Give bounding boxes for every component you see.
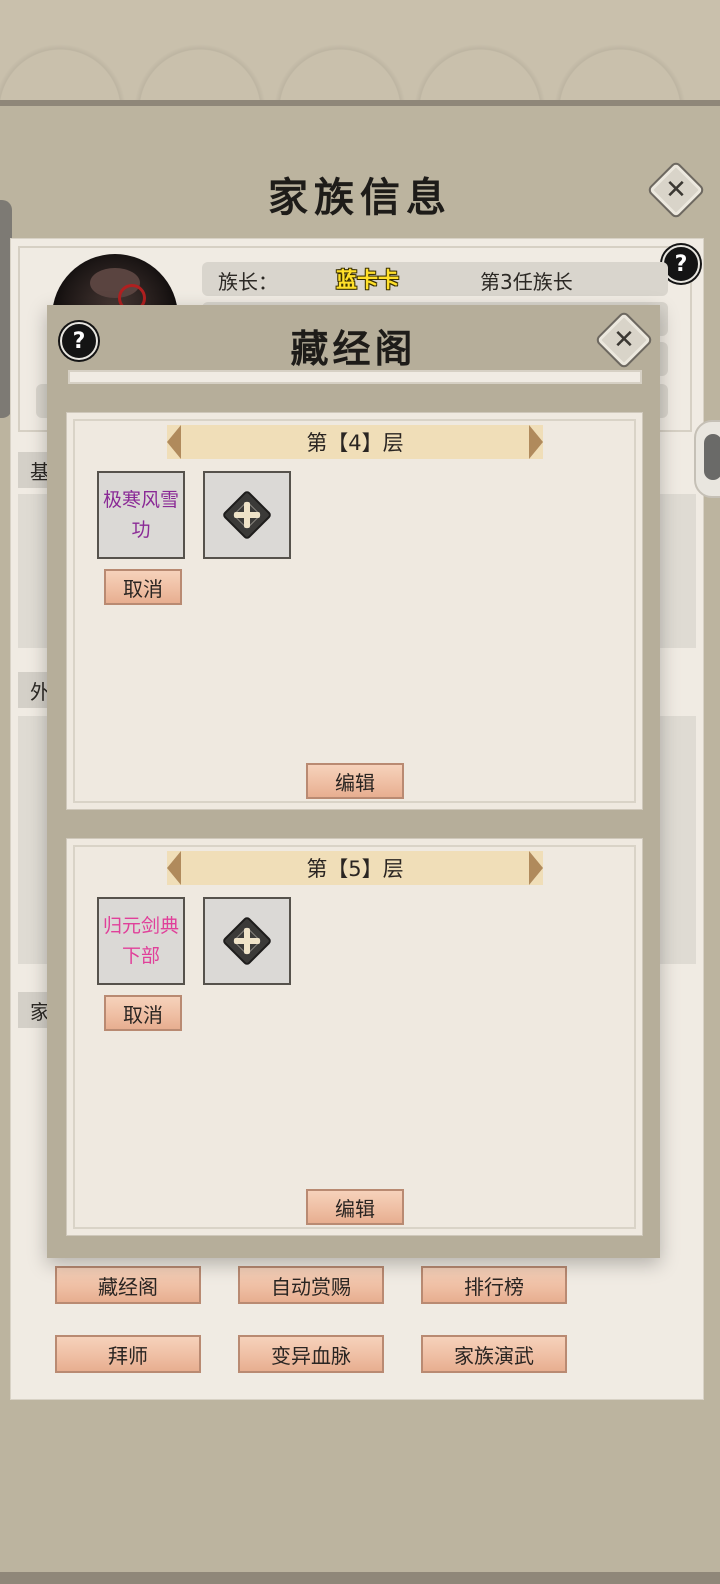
mutant-bloodline-button[interactable]: 变异血脉 bbox=[238, 1335, 384, 1373]
family-martial-button[interactable]: 家族演武 bbox=[421, 1335, 567, 1373]
right-edge-toggle[interactable] bbox=[694, 420, 720, 498]
edit-button[interactable]: 编辑 bbox=[306, 763, 404, 799]
edit-button[interactable]: 编辑 bbox=[306, 1189, 404, 1225]
plus-icon-v bbox=[244, 928, 250, 954]
floor-card-5: 第【5】层 归元剑典下部 取消 编辑 bbox=[66, 838, 643, 1236]
floor-next-arrow-icon[interactable] bbox=[529, 851, 543, 885]
floor-label: 第【5】层 bbox=[306, 857, 404, 881]
auto-reward-button[interactable]: 自动赏赐 bbox=[238, 1266, 384, 1304]
floor-prev-arrow-icon[interactable] bbox=[167, 851, 181, 885]
cancel-button[interactable]: 取消 bbox=[104, 995, 182, 1031]
modal-title: 藏经阁 bbox=[290, 326, 417, 371]
close-icon: ✕ bbox=[665, 175, 687, 205]
cancel-button[interactable]: 取消 bbox=[104, 569, 182, 605]
floor-prev-arrow-icon[interactable] bbox=[167, 425, 181, 459]
plus-icon-v bbox=[244, 502, 250, 528]
scripture-pavilion-button[interactable]: 藏经阁 bbox=[55, 1266, 201, 1304]
leader-name[interactable]: 蓝卡卡 bbox=[336, 264, 399, 294]
bottom-decorative-edge bbox=[0, 1572, 720, 1584]
modal-close-button[interactable]: ✕ bbox=[594, 310, 654, 370]
apprentice-button[interactable]: 拜师 bbox=[55, 1335, 201, 1373]
add-skill-slot[interactable] bbox=[203, 897, 291, 985]
close-button[interactable]: ✕ bbox=[646, 160, 706, 220]
close-icon: ✕ bbox=[613, 325, 635, 355]
skill-slot[interactable]: 归元剑典下部 bbox=[97, 897, 185, 985]
add-skill-slot[interactable] bbox=[203, 471, 291, 559]
page-title: 家族信息 bbox=[268, 174, 452, 221]
help-icon: ? bbox=[674, 251, 688, 277]
skill-name: 归元剑典下部 bbox=[102, 915, 179, 967]
leader-rank: 第3任族长 bbox=[480, 270, 573, 294]
top-decorative-band bbox=[0, 0, 720, 106]
floor-label: 第【4】层 bbox=[306, 431, 404, 455]
modal-top-strip bbox=[68, 370, 642, 384]
skill-name: 极寒风雪功 bbox=[102, 489, 179, 541]
floor-card-4: 第【4】层 极寒风雪功 取消 编辑 bbox=[66, 412, 643, 810]
skill-slot[interactable]: 极寒风雪功 bbox=[97, 471, 185, 559]
leader-label: 族长： bbox=[218, 270, 278, 294]
floor-header: 第【5】层 bbox=[167, 851, 543, 885]
leaderboard-button[interactable]: 排行榜 bbox=[421, 1266, 567, 1304]
toggle-knob bbox=[704, 434, 720, 480]
floor-next-arrow-icon[interactable] bbox=[529, 425, 543, 459]
floor-header: 第【4】层 bbox=[167, 425, 543, 459]
